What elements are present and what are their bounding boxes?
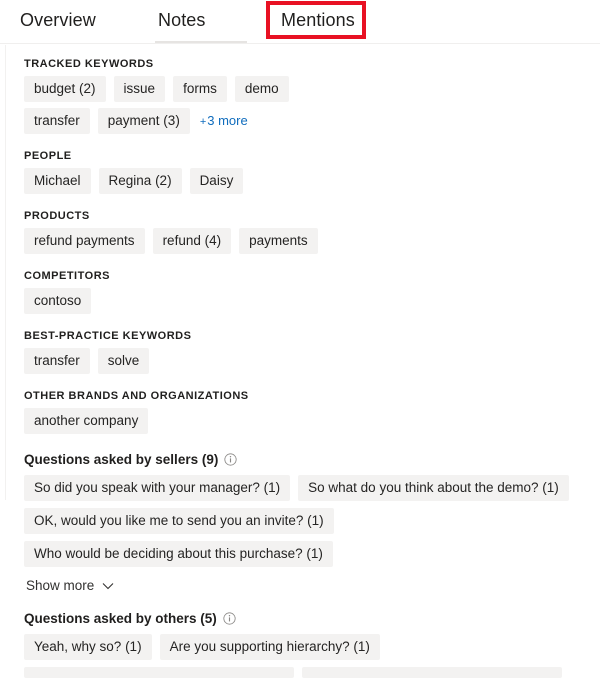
mentions-panel: TRACKED KEYWORDS budget (2) issue forms … bbox=[0, 44, 600, 679]
show-more-sellers-button[interactable]: Show more bbox=[24, 567, 114, 593]
show-more-label: Show more bbox=[26, 578, 95, 593]
tab-notes[interactable]: Notes bbox=[158, 10, 206, 33]
section-other-brands: OTHER BRANDS AND ORGANIZATIONS another c… bbox=[0, 374, 600, 434]
question-chip[interactable]: So did you speak with your manager? (1) bbox=[24, 475, 291, 501]
keyword-chip[interactable]: demo bbox=[234, 76, 289, 102]
person-chip[interactable]: Michael bbox=[24, 168, 91, 194]
section-competitors: COMPETITORS contoso bbox=[0, 254, 600, 314]
questions-sellers-header: Questions asked by sellers (9) bbox=[24, 434, 600, 475]
brand-chip[interactable]: another company bbox=[24, 408, 149, 434]
keyword-chip[interactable]: issue bbox=[113, 76, 166, 102]
section-heading: BEST-PRACTICE KEYWORDS bbox=[24, 330, 192, 342]
section-heading: PEOPLE bbox=[24, 150, 72, 162]
person-chip[interactable]: Regina (2) bbox=[98, 168, 182, 194]
question-chip-partial[interactable] bbox=[302, 667, 562, 678]
question-chip[interactable]: Are you supporting hierarchy? (1) bbox=[159, 634, 380, 660]
person-chip[interactable]: Daisy bbox=[189, 168, 244, 194]
keyword-chip[interactable]: budget (2) bbox=[24, 76, 106, 102]
section-heading: COMPETITORS bbox=[24, 270, 110, 282]
section-heading: OTHER BRANDS AND ORGANIZATIONS bbox=[24, 390, 249, 402]
keyword-chip[interactable]: transfer bbox=[24, 108, 90, 134]
chip-group: transfer solve bbox=[24, 348, 324, 374]
questions-others-header: Questions asked by others (5) bbox=[24, 593, 600, 634]
chip-group: refund payments refund (4) payments bbox=[24, 228, 324, 254]
tab-mentions[interactable]: Mentions bbox=[281, 10, 355, 33]
show-more-keywords-link[interactable]: +3 more bbox=[198, 113, 248, 130]
section-heading: PRODUCTS bbox=[24, 210, 90, 222]
section-heading: TRACKED KEYWORDS bbox=[24, 58, 154, 70]
questions-asked-by-sellers: Questions asked by sellers (9) So did yo… bbox=[0, 434, 600, 593]
competitor-chip[interactable]: contoso bbox=[24, 288, 92, 314]
product-chip[interactable]: payments bbox=[239, 228, 318, 254]
keyword-chip[interactable]: forms bbox=[173, 76, 227, 102]
questions-asked-by-others: Questions asked by others (5) Yeah, why … bbox=[0, 593, 600, 678]
chip-group: another company bbox=[24, 408, 324, 434]
question-chip[interactable]: Yeah, why so? (1) bbox=[24, 634, 152, 660]
product-chip[interactable]: refund payments bbox=[24, 228, 145, 254]
question-chip-partial[interactable] bbox=[24, 667, 294, 678]
section-people: PEOPLE Michael Regina (2) Daisy bbox=[0, 134, 600, 194]
chip-group: Michael Regina (2) Daisy bbox=[24, 168, 324, 194]
questions-sellers-chip-group: So did you speak with your manager? (1) … bbox=[24, 475, 584, 567]
question-chip[interactable]: OK, would you like me to send you an inv… bbox=[24, 508, 334, 534]
product-chip[interactable]: refund (4) bbox=[152, 228, 232, 254]
tab-overview[interactable]: Overview bbox=[20, 10, 96, 33]
chevron-down-icon bbox=[102, 582, 114, 590]
section-products: PRODUCTS refund payments refund (4) paym… bbox=[0, 194, 600, 254]
chip-group: contoso bbox=[24, 288, 324, 314]
keyword-chip[interactable]: payment (3) bbox=[97, 108, 190, 134]
info-circle-icon[interactable] bbox=[223, 612, 236, 625]
best-practice-chip[interactable]: solve bbox=[97, 348, 150, 374]
tab-strip: Overview Notes Mentions bbox=[0, 0, 600, 44]
questions-others-chip-group: Yeah, why so? (1) Are you supporting hie… bbox=[24, 634, 584, 678]
questions-others-title: Questions asked by others (5) bbox=[24, 611, 217, 626]
questions-sellers-title: Questions asked by sellers (9) bbox=[24, 452, 219, 467]
more-count-label: 3 more bbox=[207, 112, 248, 128]
question-chip[interactable]: Who would be deciding about this purchas… bbox=[24, 541, 333, 567]
section-best-practice-keywords: BEST-PRACTICE KEYWORDS transfer solve bbox=[0, 314, 600, 374]
question-chip[interactable]: So what do you think about the demo? (1) bbox=[298, 475, 569, 501]
best-practice-chip[interactable]: transfer bbox=[24, 348, 90, 374]
info-circle-icon[interactable] bbox=[224, 453, 237, 466]
section-tracked-keywords: TRACKED KEYWORDS budget (2) issue forms … bbox=[0, 44, 600, 134]
chip-group: budget (2) issue forms demo transfer pay… bbox=[24, 76, 324, 134]
